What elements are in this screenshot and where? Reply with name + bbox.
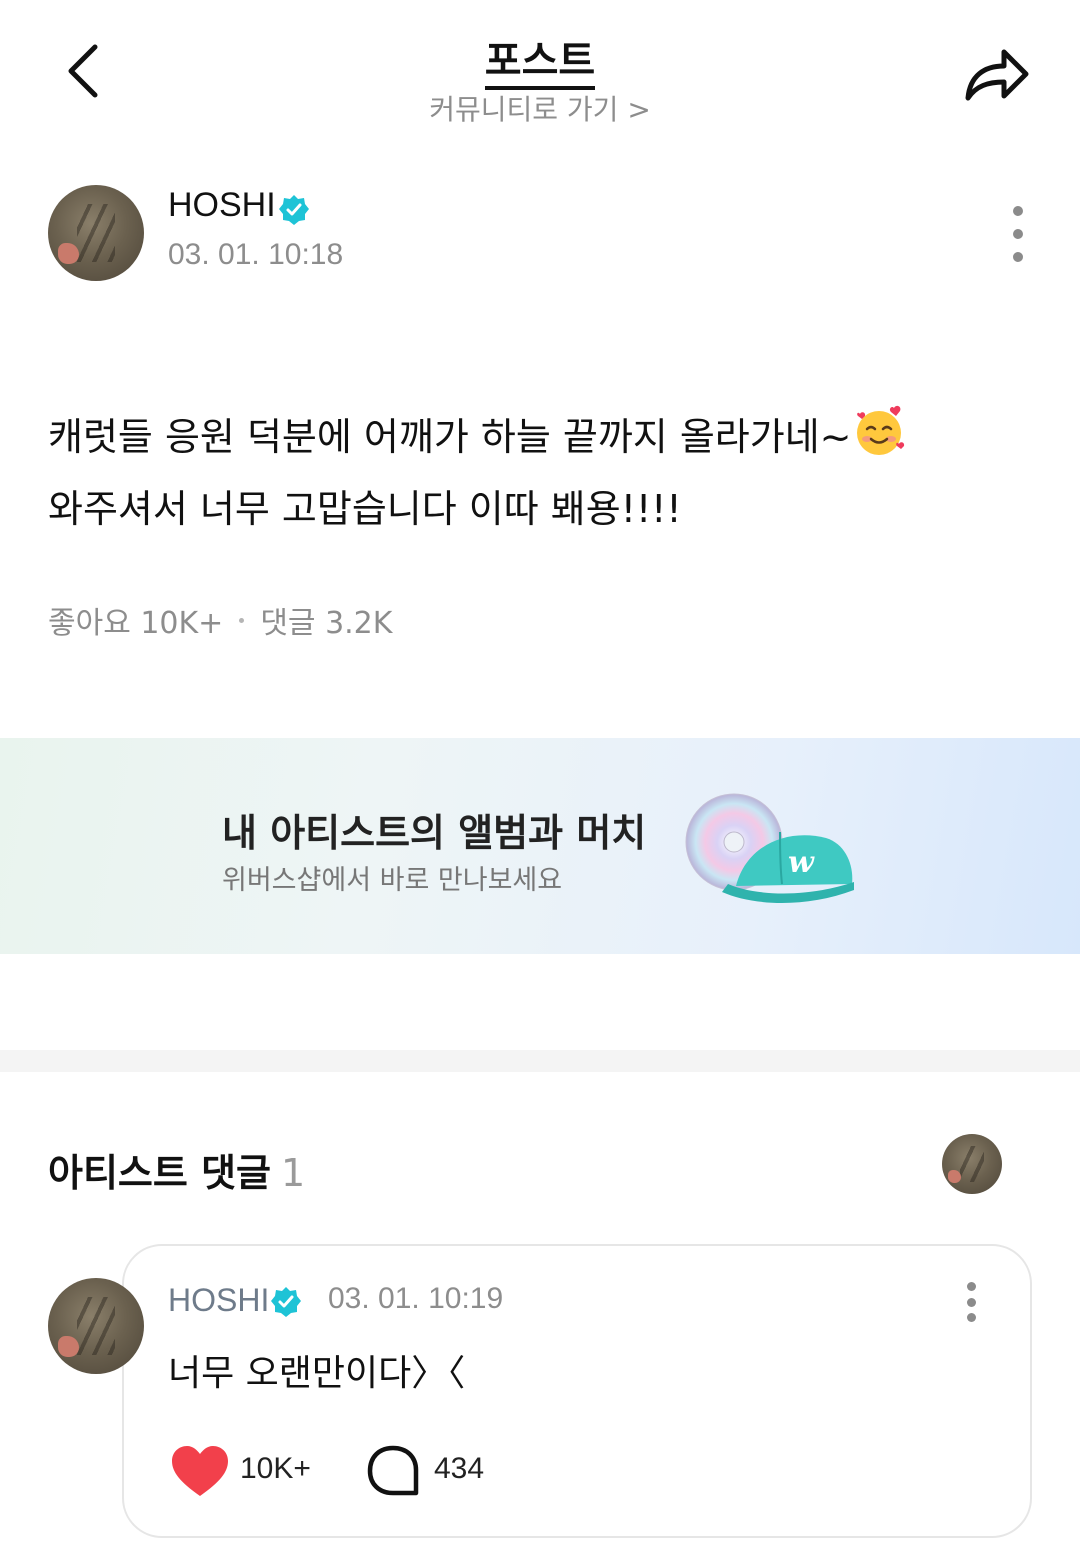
- smiling-face-with-hearts-emoji-icon: [852, 404, 906, 477]
- artist-comments-count: 1: [281, 1151, 306, 1195]
- banner-title: 내 아티스트의 앨범과 머치: [222, 811, 647, 855]
- more-dot-icon: [966, 1297, 976, 1307]
- artist-comments-title: 아티스트 댓글 1: [48, 1142, 305, 1197]
- reply-bubble-icon[interactable]: [366, 1444, 420, 1498]
- more-dot-icon: [1013, 252, 1023, 262]
- share-button[interactable]: [952, 36, 1042, 112]
- svg-text:w: w: [788, 845, 815, 880]
- post-stats: 좋아요 10K+ 댓글 3.2K: [48, 598, 392, 642]
- banner-subtitle: 위버스샵에서 바로 만나보세요: [222, 865, 563, 896]
- comment-reply-count: 434: [434, 1452, 485, 1485]
- verified-badge-icon: [271, 1287, 301, 1317]
- page-title: 포스트: [0, 28, 1080, 90]
- post-body: 캐럿들 응원 덕분에 어깨가 하늘 끝까지 올라가네~ 와주셔서 너무 고맙습니…: [48, 404, 1038, 541]
- album-cd-and-cap-icon: w: [685, 793, 854, 903]
- artist-avatar-small[interactable]: [942, 1134, 1002, 1194]
- likes-stat[interactable]: 좋아요 10K+: [48, 598, 223, 642]
- artist-comments-label: 아티스트 댓글: [48, 1151, 271, 1195]
- post-timestamp: 03. 01. 10:18: [168, 238, 344, 271]
- author-avatar[interactable]: [48, 185, 144, 281]
- heart-icon[interactable]: [170, 1444, 230, 1498]
- comment-author-avatar[interactable]: [48, 1278, 144, 1374]
- separator-dot-icon: [239, 617, 245, 623]
- post-body-line: 와주셔서 너무 고맙습니다 이따 봬용!!!!: [48, 487, 682, 531]
- shop-banner[interactable]: 내 아티스트의 앨범과 머치 위버스샵에서 바로 만나보세요 w: [0, 738, 1080, 954]
- post-body-line: 캐럿들 응원 덕분에 어깨가 하늘 끝까지 올라가네~: [48, 404, 1038, 477]
- more-dot-icon: [1013, 206, 1023, 216]
- comment-author-name[interactable]: HOSHI: [168, 1282, 269, 1319]
- more-dot-icon: [1013, 229, 1023, 239]
- comments-stat[interactable]: 댓글 3.2K: [260, 598, 392, 642]
- post-screen: 포스트 커뮤니티로 가기 > HOSHI 03. 01. 10:18 캐럿들 응…: [0, 0, 1080, 1562]
- verified-badge-icon: [279, 195, 309, 225]
- post-text: 캐럿들 응원 덕분에 어깨가 하늘 끝까지 올라가네~: [48, 415, 852, 459]
- section-divider: [0, 1050, 1080, 1072]
- more-options-button[interactable]: [998, 206, 1038, 262]
- share-arrow-icon: [965, 49, 1029, 101]
- comment-like-count: 10K+: [240, 1452, 311, 1485]
- more-dot-icon: [966, 1313, 976, 1322]
- comment-more-button[interactable]: [956, 1282, 986, 1322]
- community-link[interactable]: 커뮤니티로 가기 >: [0, 88, 1080, 128]
- comment-timestamp: 03. 01. 10:19: [328, 1282, 504, 1315]
- more-dot-icon: [966, 1282, 976, 1291]
- author-name[interactable]: HOSHI: [168, 186, 276, 225]
- comment-text: 너무 오랜만이다〉〈: [168, 1353, 466, 1394]
